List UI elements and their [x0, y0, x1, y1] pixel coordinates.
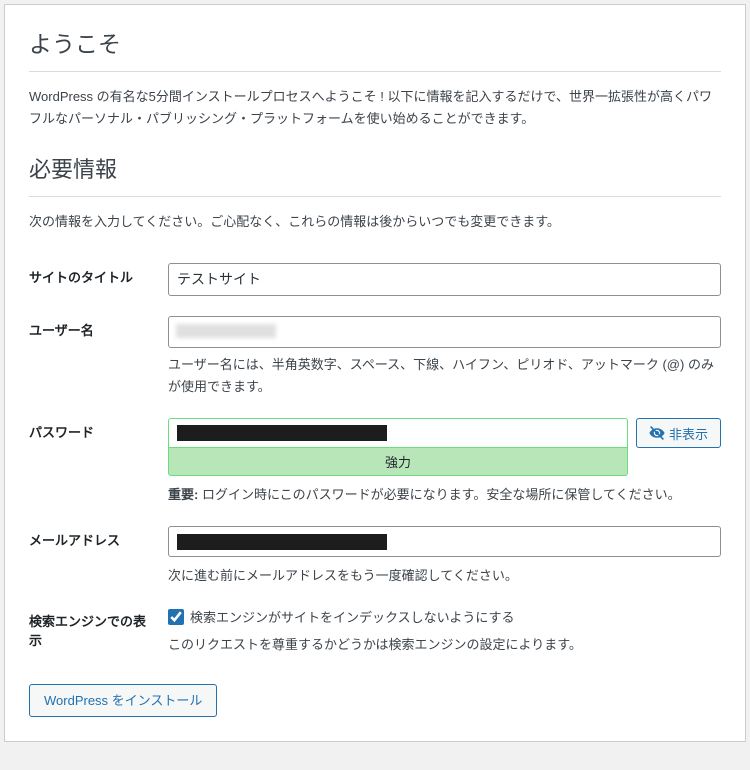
email-input[interactable] [168, 526, 721, 557]
email-redacted-value [177, 534, 387, 550]
password-important-note: 重要: ログイン時にこのパスワードが必要になります。安全な場所に保管してください… [168, 484, 721, 506]
username-label: ユーザー名 [29, 306, 168, 409]
password-important-text: ログイン時にこのパスワードが必要になります。安全な場所に保管してください。 [198, 487, 680, 502]
password-redacted-value [177, 425, 387, 441]
password-strength-meter: 強力 [168, 448, 628, 476]
password-label: パスワード [29, 408, 168, 516]
info-note-text: 次の情報を入力してください。ご心配なく、これらの情報は後からいつでも変更できます… [29, 211, 721, 233]
install-form-container: ようこそ WordPress の有名な5分間インストールプロセスへようこそ ! … [4, 4, 746, 742]
password-input[interactable] [168, 418, 628, 448]
required-info-heading: 必要情報 [29, 152, 721, 197]
eye-slash-icon [649, 425, 665, 441]
password-hide-button-label: 非表示 [669, 424, 708, 443]
username-input[interactable] [168, 316, 721, 348]
site-title-input[interactable] [168, 263, 721, 295]
install-form-table: サイトのタイトル ユーザー名 ユーザー名には、半角英数字、スペース、下線、ハイフ… [29, 253, 721, 666]
email-hint: 次に進む前にメールアドレスをもう一度確認してください。 [168, 565, 721, 587]
email-label: メールアドレス [29, 516, 168, 597]
welcome-intro-text: WordPress の有名な5分間インストールプロセスへようこそ ! 以下に情報… [29, 86, 721, 130]
search-engine-label: 検索エンジンでの表示 [29, 597, 168, 666]
password-hide-button[interactable]: 非表示 [636, 418, 721, 448]
site-title-label: サイトのタイトル [29, 253, 168, 305]
username-hint: ユーザー名には、半角英数字、スペース、下線、ハイフン、ピリオド、アットマーク (… [168, 354, 721, 398]
search-engine-checkbox[interactable] [168, 609, 184, 625]
search-engine-checkbox-label[interactable]: 検索エンジンがサイトをインデックスしないようにする [190, 607, 514, 626]
install-submit-button[interactable]: WordPress をインストール [29, 684, 217, 717]
welcome-heading: ようこそ [29, 25, 721, 72]
search-engine-hint: このリクエストを尊重するかどうかは検索エンジンの設定によります。 [168, 634, 721, 656]
password-important-label: 重要: [168, 487, 198, 502]
